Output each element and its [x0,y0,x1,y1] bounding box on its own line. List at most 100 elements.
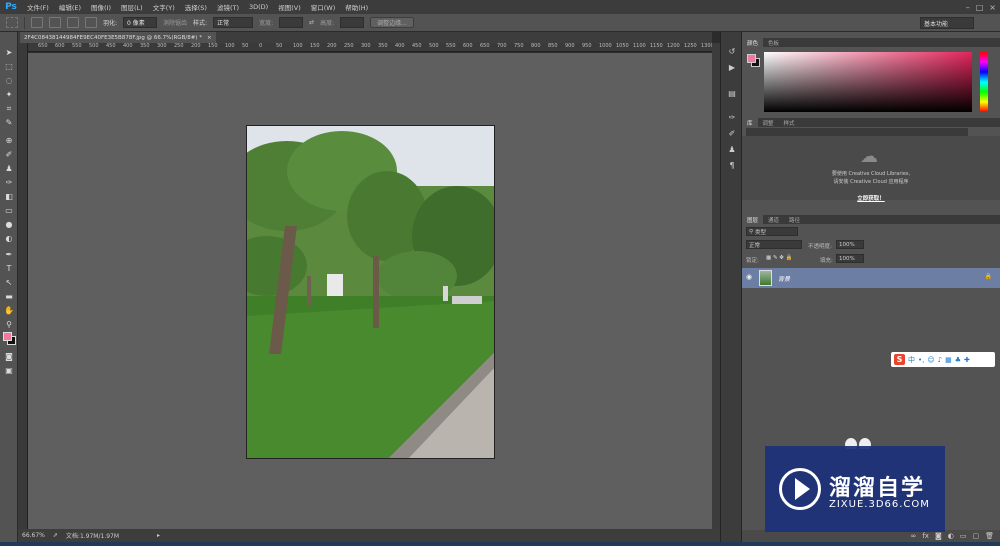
gradient-tool-icon[interactable]: ▭ [3,206,15,215]
menu-view[interactable]: 视图(V) [273,2,306,12]
new-layer-icon[interactable]: ▢ [972,532,979,540]
path-select-icon[interactable]: ↖ [3,278,15,287]
height-input[interactable] [340,17,365,28]
tab-layers[interactable]: 图层 [742,215,764,224]
tab-channels[interactable]: 通道 [763,215,784,224]
zoom-level[interactable]: 66.67% [22,532,45,539]
blur-tool-icon[interactable]: ● [3,220,15,229]
new-group-icon[interactable]: ▭ [960,532,967,540]
color-spectrum[interactable] [764,52,972,112]
vertical-scrollbar[interactable] [712,43,720,529]
lasso-tool-icon[interactable]: ◌ [3,76,15,85]
antialias-checkbox[interactable]: 消除锯齿 [163,18,187,27]
add-selection-icon[interactable] [49,17,61,28]
skin-icon[interactable]: ♣ [955,356,961,364]
library-select[interactable] [746,128,968,136]
maximize-icon[interactable]: □ [976,3,984,12]
document-tab[interactable]: 2F4C08438144984FE9EC40FE3E5B878F.jpg @ 6… [20,32,216,43]
get-it-now-link[interactable]: 立即获取！ [742,194,1000,202]
hue-slider[interactable] [980,52,988,112]
menu-select[interactable]: 选择(S) [180,2,212,12]
refine-edge-button[interactable]: 调整边缘... [370,17,414,28]
layer-style-icon[interactable]: fx [922,532,929,540]
shape-tool-icon[interactable]: ▬ [3,292,15,301]
tab-color[interactable]: 颜色 [742,38,764,47]
hand-tool-icon[interactable]: ✋ [3,306,15,315]
dodge-tool-icon[interactable]: ◐ [3,234,15,243]
properties-panel-icon[interactable]: ▤ [726,88,738,98]
actions-panel-icon[interactable]: ▶ [726,62,738,72]
menu-filter[interactable]: 滤镜(T) [212,2,244,12]
link-layers-icon[interactable]: ∞ [911,532,917,540]
close-icon[interactable]: × [989,3,996,12]
style-select[interactable]: 正常 [213,17,254,28]
punctuation-icon[interactable]: •, [918,356,924,364]
workspace-select[interactable]: 基本功能 [920,17,974,29]
swap-icon[interactable]: ⇄ [309,19,314,26]
feather-input[interactable]: 0 像素 [123,17,158,28]
character-panel-icon[interactable] [726,146,738,156]
paragraph-panel-icon[interactable]: ¶ [726,160,738,170]
close-tab-icon[interactable]: × [207,35,212,41]
subtract-selection-icon[interactable] [67,17,79,28]
brush-presets-icon[interactable]: ✐ [726,128,738,138]
intersect-selection-icon[interactable] [85,17,97,28]
add-mask-icon[interactable]: ◙ [935,532,942,540]
pen-tool-icon[interactable]: ✒ [3,250,15,259]
history-brush-icon[interactable]: ✑ [3,178,15,187]
panel-foreground-swatch[interactable] [747,54,756,63]
document-canvas[interactable] [246,125,495,459]
tools-icon[interactable]: ✚ [964,356,970,364]
keyboard-icon[interactable]: ▦ [945,356,952,364]
menu-help[interactable]: 帮助(H) [340,2,373,12]
adjustment-layer-icon[interactable]: ◐ [948,532,954,540]
menu-3d[interactable]: 3D(D) [244,3,273,11]
move-tool-icon[interactable]: ➤ [3,48,15,57]
foreground-color-swatch[interactable] [3,332,12,341]
ime-mode[interactable]: 中 [908,355,915,365]
brush-panel-icon[interactable]: ✑ [726,112,738,122]
eye-icon[interactable]: ◉ [746,273,752,281]
export-icon[interactable]: ⇗ [53,532,58,539]
fill-input[interactable]: 100% [836,254,864,263]
brush-tool-icon[interactable]: ✐ [3,150,15,159]
screen-mode-icon[interactable]: ▣ [3,366,15,375]
minimize-icon[interactable]: – [966,3,970,12]
clone-stamp-icon[interactable]: ♟ [3,164,15,173]
mic-icon[interactable]: ♪ [938,356,942,364]
tab-swatches[interactable]: 色板 [763,38,784,47]
eyedropper-tool-icon[interactable]: ✎ [3,118,15,127]
tab-styles[interactable]: 样式 [779,118,800,127]
marquee-tool-icon[interactable]: ⬚ [3,62,15,71]
marquee-preset-icon[interactable] [6,17,18,28]
menu-file[interactable]: 文件(F) [22,2,54,12]
menu-layer[interactable]: 图层(L) [116,2,148,12]
tab-adjustments[interactable]: 调整 [758,118,779,127]
menu-edit[interactable]: 编辑(E) [54,2,86,12]
lock-icons[interactable]: ▦ ✎ ✥ 🔒 [766,255,793,261]
ime-toolbar[interactable]: S 中 •, ☺ ♪ ▦ ♣ ✚ [891,352,995,367]
history-panel-icon[interactable]: ↺ [726,46,738,56]
menu-image[interactable]: 图像(I) [86,2,116,12]
new-selection-icon[interactable] [31,17,43,28]
status-menu-icon[interactable]: ▸ [157,532,160,539]
layer-filter-select[interactable]: ⚲ 类型 [746,227,798,236]
canvas-area[interactable] [28,53,712,529]
menu-type[interactable]: 文字(Y) [148,2,180,12]
menu-window[interactable]: 窗口(W) [306,2,341,12]
sogou-icon[interactable]: S [894,354,905,365]
crop-tool-icon[interactable]: ⌗ [3,104,15,113]
zoom-tool-icon[interactable]: ⚲ [3,320,15,329]
delete-layer-icon[interactable]: 🗑 [985,532,994,540]
layer-name[interactable]: 背景 [778,274,790,283]
quick-select-tool-icon[interactable]: ✦ [3,90,15,99]
tab-paths[interactable]: 路径 [784,215,805,224]
opacity-input[interactable]: 100% [836,240,864,249]
eraser-tool-icon[interactable]: ◧ [3,192,15,201]
healing-brush-icon[interactable]: ⊕ [3,136,15,145]
tab-libraries[interactable]: 库 [742,118,758,127]
emoji-icon[interactable]: ☺ [927,356,934,364]
layer-row-background[interactable]: ◉ 背景 🔒 [742,268,1000,288]
type-tool-icon[interactable]: T [3,264,15,273]
quick-mask-icon[interactable]: ◙ [3,352,15,361]
